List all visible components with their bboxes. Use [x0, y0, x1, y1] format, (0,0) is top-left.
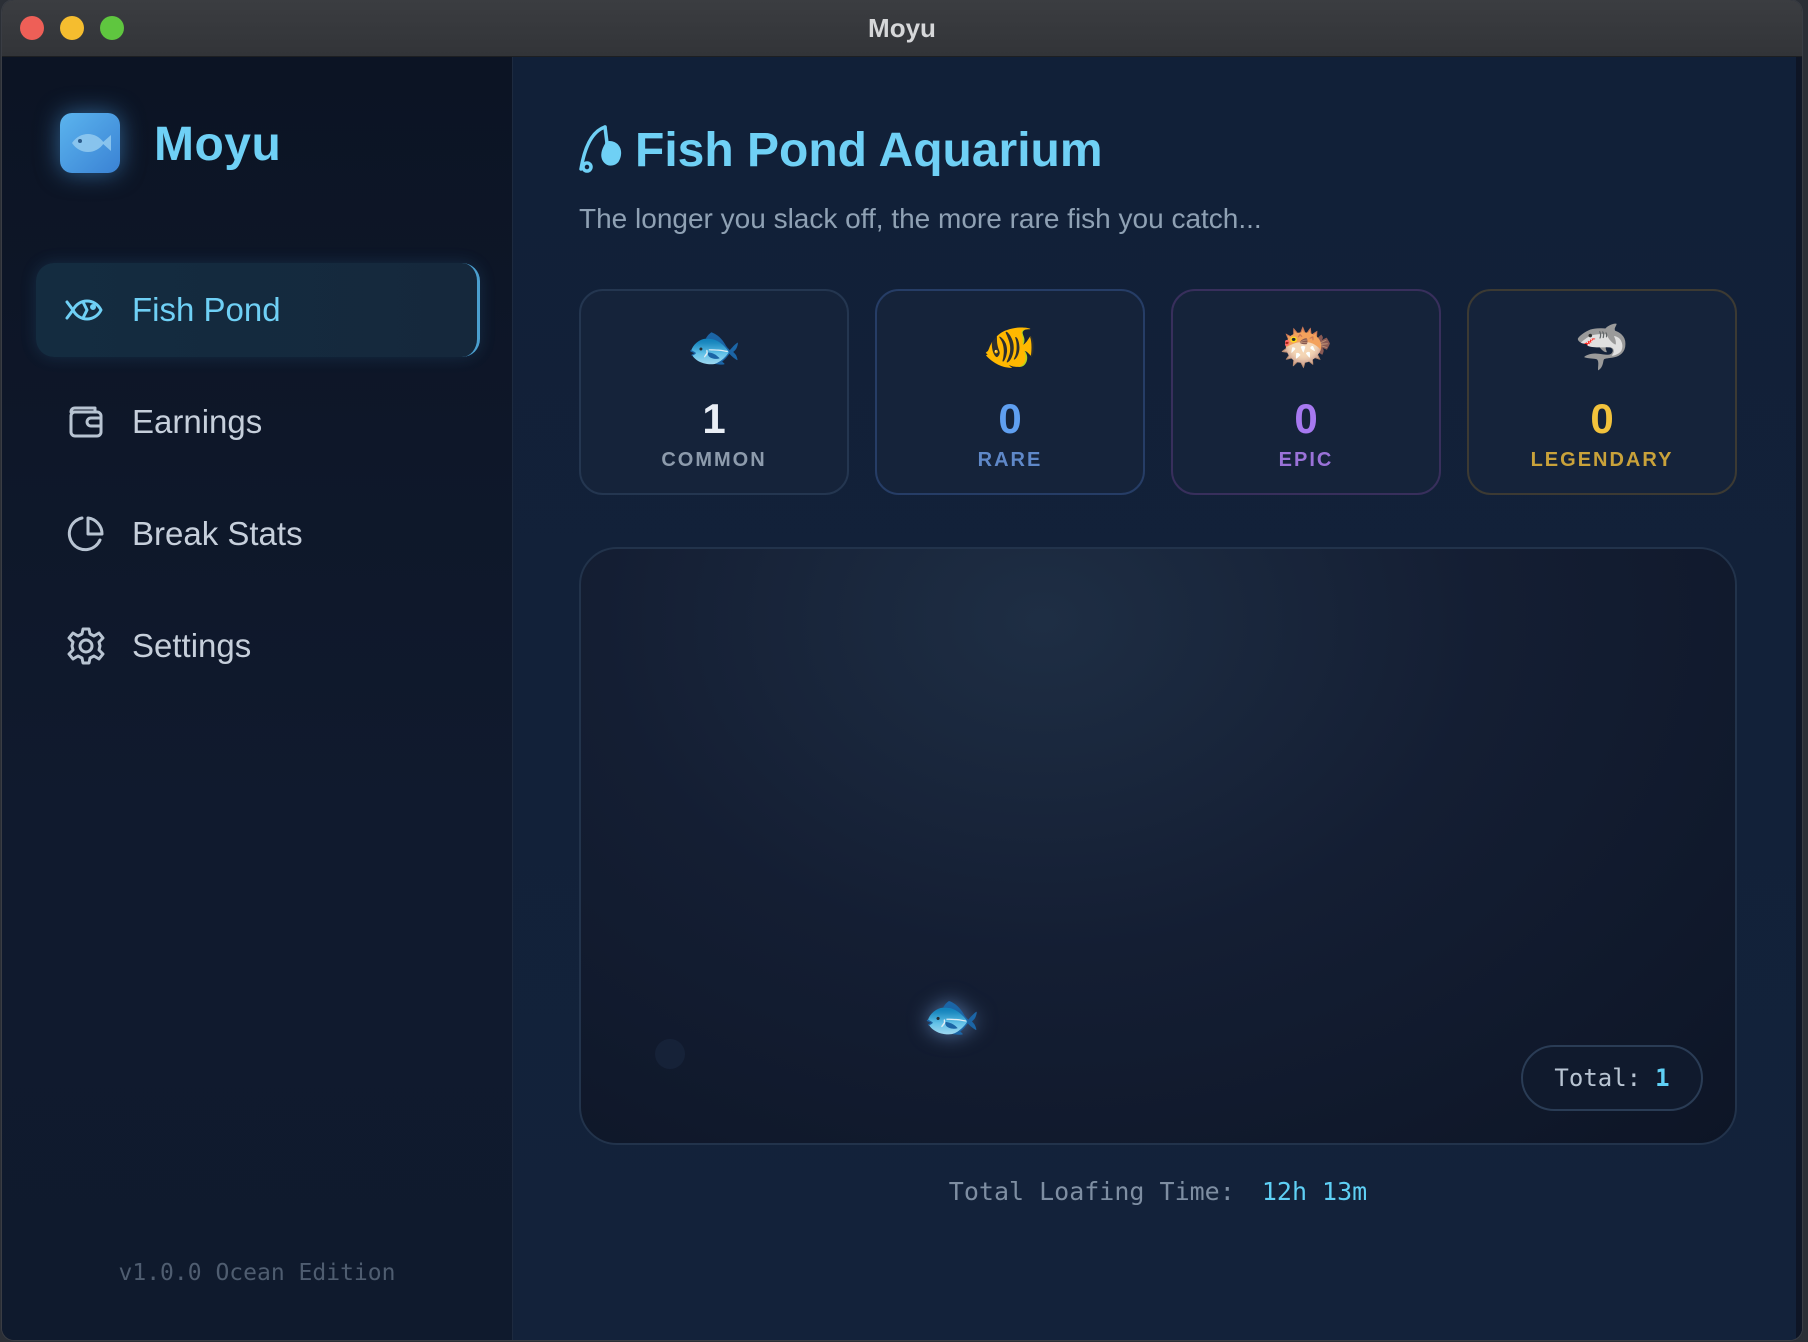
stat-card-rare: 🐠 0 RARE	[875, 289, 1145, 495]
sidebar-item-break-stats[interactable]: Break Stats	[36, 487, 480, 581]
loafing-label: Total Loafing Time:	[948, 1177, 1235, 1206]
total-label: Total:	[1554, 1064, 1642, 1092]
version-label: v1.0.0 Ocean Edition	[118, 1260, 396, 1286]
total-loafing-time: Total Loafing Time: 12h 13m	[579, 1177, 1737, 1206]
stat-count: 1	[702, 395, 726, 442]
window-edge	[1796, 57, 1802, 1340]
app-logo	[60, 113, 120, 173]
loafing-value: 12h 13m	[1261, 1177, 1368, 1206]
sidebar-item-earnings[interactable]: Earnings	[36, 375, 480, 469]
sidebar-item-label: Break Stats	[132, 515, 303, 552]
sidebar-item-label: Earnings	[132, 403, 263, 440]
brand-name: Moyu	[154, 118, 282, 171]
stat-count: 0	[1590, 395, 1614, 442]
stat-label: COMMON	[661, 449, 767, 471]
swimming-fish[interactable]: 🐟	[923, 989, 980, 1044]
stat-count: 0	[998, 395, 1022, 442]
pie-chart-icon	[64, 512, 108, 556]
sidebar-item-label: Settings	[132, 627, 252, 664]
fish-icon	[64, 288, 108, 332]
wallet-icon	[64, 400, 108, 444]
fishing-rod-icon	[577, 123, 625, 178]
stat-label: RARE	[977, 449, 1043, 471]
stat-card-legendary: 🦈 0 LEGENDARY	[1467, 289, 1737, 495]
app-window: Moyu Moyu Fish Pond Earnings Break Stats…	[2, 0, 1802, 1340]
stat-card-common: 🐟 1 COMMON	[579, 289, 849, 495]
page-title-text: Fish Pond Aquarium	[635, 124, 1103, 177]
total-count-badge: Total: 1	[1521, 1045, 1703, 1111]
sidebar-item-settings[interactable]: Settings	[36, 599, 480, 693]
rare-fish-icon: 🐠	[982, 323, 1038, 372]
main-content: Fish Pond Aquarium The longer you slack …	[513, 57, 1802, 1340]
gear-icon	[64, 624, 108, 668]
sidebar: Moyu Fish Pond Earnings Break Stats Sett…	[2, 57, 513, 1340]
window-title: Moyu	[868, 13, 936, 43]
epic-fish-icon: 🐡	[1278, 323, 1334, 372]
stat-count: 0	[1294, 395, 1318, 442]
sidebar-item-fish-pond[interactable]: Fish Pond	[36, 263, 480, 357]
page-title: Fish Pond Aquarium	[577, 123, 1103, 178]
legendary-fish-icon: 🦈	[1574, 323, 1630, 372]
stat-label: EPIC	[1278, 449, 1334, 471]
stat-card-epic: 🐡 0 EPIC	[1171, 289, 1441, 495]
stat-label: LEGENDARY	[1530, 449, 1674, 471]
fish-pond-aquarium: 🐟 Total: 1	[579, 547, 1737, 1145]
fish-icon	[72, 134, 111, 152]
sidebar-item-label: Fish Pond	[132, 291, 281, 328]
common-fish-icon: 🐟	[686, 323, 742, 372]
title-bar: Moyu	[2, 0, 1802, 57]
page-subtitle: The longer you slack off, the more rare …	[579, 203, 1262, 234]
bubble	[655, 1039, 685, 1069]
total-value: 1	[1655, 1064, 1670, 1092]
